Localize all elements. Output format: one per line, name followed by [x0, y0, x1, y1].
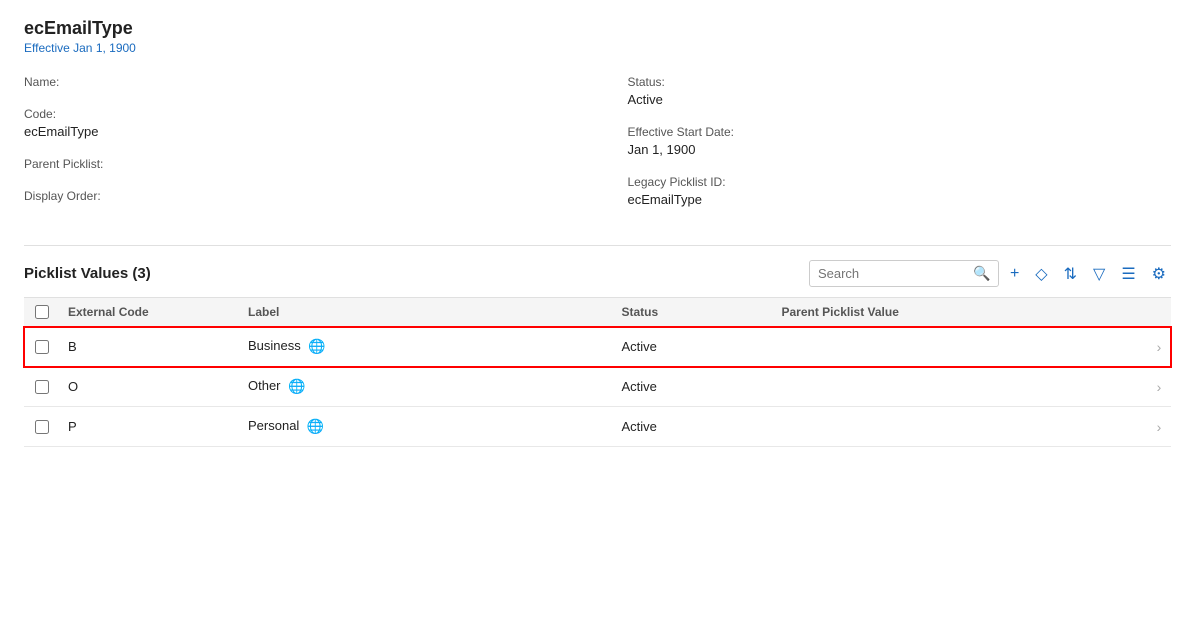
field-effective-start-date: Effective Start Date: Jan 1, 1900 [628, 125, 1172, 157]
header-checkbox-cell[interactable] [24, 305, 60, 319]
row-checkbox[interactable] [35, 420, 49, 434]
filter-button[interactable]: ▽ [1088, 261, 1110, 287]
row-chevron[interactable]: › [1147, 379, 1171, 395]
row-status: Active [614, 339, 774, 354]
row-checkbox-cell[interactable] [24, 380, 60, 394]
col-actions [1147, 305, 1171, 319]
section-divider [24, 245, 1171, 246]
legacy-picklist-id-label: Legacy Picklist ID: [628, 175, 1172, 189]
display-order-label: Display Order: [24, 189, 568, 203]
effective-start-date-label: Effective Start Date: [628, 125, 1172, 139]
col-external-code: External Code [60, 305, 240, 319]
col-status: Status [614, 305, 774, 319]
picklist-title: Picklist Values (3) [24, 265, 151, 282]
field-name: Name: [24, 75, 568, 89]
row-status: Active [614, 379, 774, 394]
status-value: Active [628, 92, 1172, 107]
col-parent-picklist-value: Parent Picklist Value [774, 305, 1148, 319]
row-checkbox-cell[interactable] [24, 340, 60, 354]
add-button[interactable]: + [1005, 262, 1024, 286]
row-external-code: P [60, 419, 240, 434]
legacy-picklist-id-value: ecEmailType [628, 192, 1172, 207]
field-status: Status: Active [628, 75, 1172, 107]
picklist-header: Picklist Values (3) 🔍 + ◇ ⇅ ▽ ☰ ⚙ [24, 260, 1171, 287]
row-external-code: O [60, 379, 240, 394]
row-checkbox[interactable] [35, 380, 49, 394]
table-row[interactable]: O Other 🌐 Active › [24, 367, 1171, 407]
form-section: Name: Code: ecEmailType Parent Picklist:… [24, 75, 1171, 235]
select-all-checkbox[interactable] [35, 305, 49, 319]
globe-icon: 🌐 [308, 338, 325, 355]
field-display-order: Display Order: [24, 189, 568, 203]
table-row[interactable]: B Business 🌐 Active › [24, 327, 1171, 367]
col-label: Label [240, 305, 614, 319]
code-value: ecEmailType [24, 124, 568, 139]
parent-picklist-label: Parent Picklist: [24, 157, 568, 171]
search-box[interactable]: 🔍 [809, 260, 999, 287]
effective-start-date-value: Jan 1, 1900 [628, 142, 1172, 157]
main-card: ecEmailType Effective Jan 1, 1900 Name: … [0, 0, 1195, 620]
diamond-button[interactable]: ◇ [1030, 261, 1052, 287]
field-parent-picklist: Parent Picklist: [24, 157, 568, 171]
row-label: Other 🌐 [240, 378, 614, 395]
code-label: Code: [24, 107, 568, 121]
form-right: Status: Active Effective Start Date: Jan… [608, 75, 1172, 225]
globe-icon: 🌐 [288, 378, 305, 395]
search-input[interactable] [818, 266, 973, 281]
picklist-toolbar: 🔍 + ◇ ⇅ ▽ ☰ ⚙ [809, 260, 1171, 287]
form-left: Name: Code: ecEmailType Parent Picklist:… [24, 75, 608, 225]
effective-date: Effective Jan 1, 1900 [24, 41, 1171, 55]
page-title: ecEmailType [24, 18, 1171, 39]
field-legacy-picklist-id: Legacy Picklist ID: ecEmailType [628, 175, 1172, 207]
row-chevron[interactable]: › [1147, 339, 1171, 355]
row-status: Active [614, 419, 774, 434]
table-header: External Code Label Status Parent Pickli… [24, 297, 1171, 327]
name-label: Name: [24, 75, 568, 89]
settings-button[interactable]: ⚙ [1147, 261, 1171, 287]
row-external-code: B [60, 339, 240, 354]
columns-button[interactable]: ☰ [1116, 261, 1140, 287]
search-icon: 🔍 [973, 265, 990, 282]
table-row[interactable]: P Personal 🌐 Active › [24, 407, 1171, 447]
row-label: Personal 🌐 [240, 418, 614, 435]
row-label: Business 🌐 [240, 338, 614, 355]
field-code: Code: ecEmailType [24, 107, 568, 139]
row-chevron[interactable]: › [1147, 419, 1171, 435]
row-checkbox-cell[interactable] [24, 420, 60, 434]
sort-button[interactable]: ⇅ [1059, 261, 1082, 287]
globe-icon: 🌐 [307, 418, 324, 435]
status-label: Status: [628, 75, 1172, 89]
page-container: ecEmailType Effective Jan 1, 1900 Name: … [0, 0, 1195, 620]
row-checkbox[interactable] [35, 340, 49, 354]
